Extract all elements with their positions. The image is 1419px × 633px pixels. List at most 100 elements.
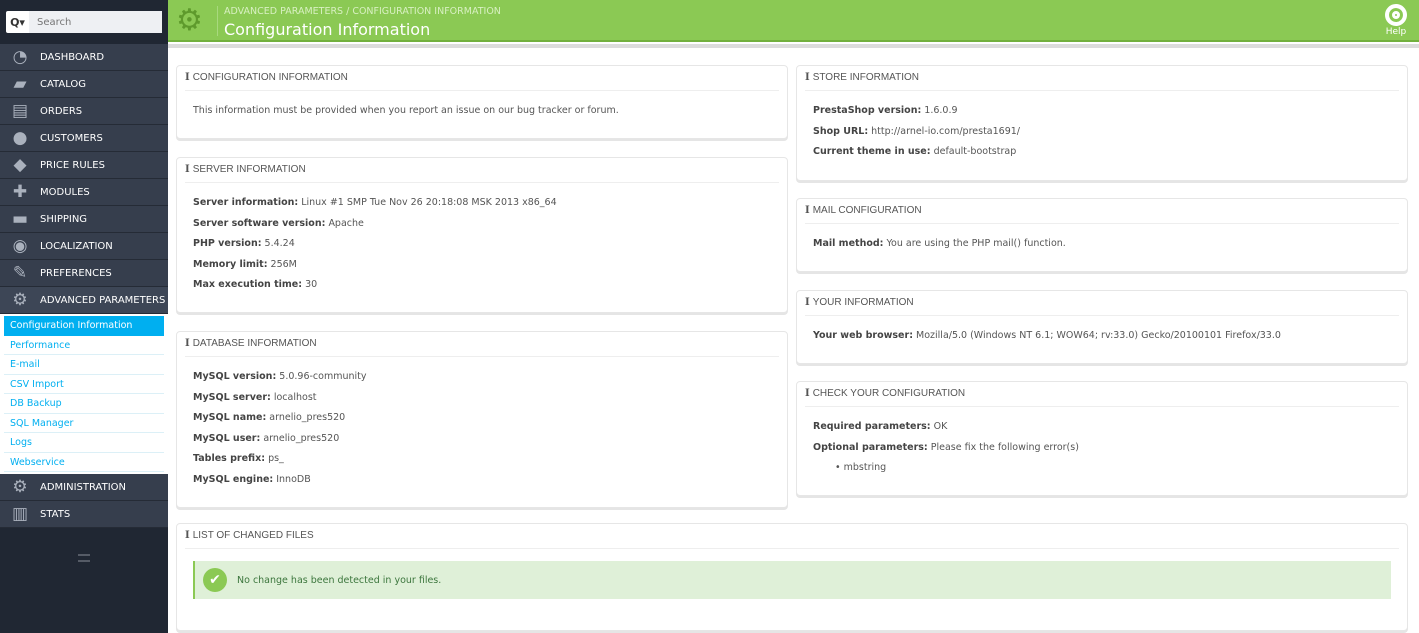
success-alert: ✔ No change has been detected in your fil… <box>193 561 1391 599</box>
menu-item-administration[interactable]: ⚙ ADMINISTRATION <box>0 474 168 501</box>
menu-item-shipping[interactable]: ▬ SHIPPING <box>0 206 168 233</box>
cogs-icon: ⚙ <box>12 290 28 310</box>
submenu-item-sql-manager[interactable]: SQL Manager <box>4 414 164 433</box>
info-value: ps_ <box>268 453 284 464</box>
info-label: Optional parameters: <box>813 441 928 453</box>
panel-mail: i MAIL CONFIGURATION Mail method: You are … <box>796 198 1408 272</box>
panel-body: Server information: Linux #1 SMP Tue Nov… <box>185 183 779 306</box>
submenu-item-db-backup[interactable]: DB Backup <box>4 394 164 414</box>
tags-icon: ◆ <box>13 155 27 175</box>
submenu-item-configuration-information[interactable]: Configuration Information <box>4 316 164 336</box>
cogs-icon: ⚙ <box>176 3 203 38</box>
panel-heading: i DATABASE INFORMATION <box>185 332 779 357</box>
info-label: Server software version: <box>193 217 326 229</box>
menu-item-modules[interactable]: ✚ MODULES <box>0 179 168 206</box>
info-value: http://arnel-io.com/presta1691/ <box>871 125 1020 137</box>
help-label: Help <box>1385 27 1407 37</box>
info-value: InnoDB <box>276 473 311 485</box>
submenu-item-webservice[interactable]: Webservice <box>4 453 164 472</box>
search-type-dropdown[interactable]: Q▾ <box>6 11 29 33</box>
bar-chart-icon: ▥ <box>11 504 29 524</box>
panel-body: PrestaShop version: 1.6.0.9 Shop URL: htt… <box>805 91 1399 173</box>
info-row: Mail method: You are using the PHP mail(… <box>813 234 1391 255</box>
info-icon: i <box>805 72 810 83</box>
panel-title: CHECK YOUR CONFIGURATION <box>812 388 966 399</box>
info-row: Server information: Linux #1 SMP Tue Nov… <box>193 193 771 214</box>
panel-heading: i CHECK YOUR CONFIGURATION <box>805 382 1399 407</box>
info-label: Required parameters: <box>813 421 931 432</box>
info-row: PrestaShop version: 1.6.0.9 <box>813 101 1391 122</box>
info-label: MySQL server: <box>193 391 271 403</box>
menu-item-catalog[interactable]: ▰ CATALOG <box>0 71 168 98</box>
menu-item-advanced-parameters[interactable]: ⚙ ADVANCED PARAMETERS <box>0 287 168 314</box>
info-row: MySQL engine: InnoDB <box>193 470 771 491</box>
info-label: PrestaShop version: <box>813 105 922 116</box>
info-icon: i <box>185 530 190 541</box>
menu-item-label: ORDERS <box>40 105 83 117</box>
header-divider <box>168 44 1419 48</box>
menu-item-label: SHIPPING <box>40 213 88 225</box>
help-button[interactable]: Help <box>1385 4 1407 37</box>
info-row: MySQL name: arnelio_pres520 <box>193 408 771 429</box>
menu-item-label: STATS <box>40 508 71 520</box>
menu-item-label: CUSTOMERS <box>40 132 103 144</box>
collapse-menu-icon[interactable] <box>78 554 90 562</box>
breadcrumb: ADVANCED PARAMETERS / CONFIGURATION INFO… <box>224 6 501 17</box>
panel-heading: i STORE INFORMATION <box>805 66 1399 91</box>
info-value: arnelio_pres520 <box>269 412 346 423</box>
info-value: 30 <box>305 279 318 290</box>
panel-heading: i SERVER INFORMATION <box>185 158 779 183</box>
check-circle-icon: ✔ <box>203 568 227 592</box>
panel-server: i SERVER INFORMATION Server information: L… <box>176 157 788 313</box>
info-icon: i <box>185 72 190 83</box>
menu-item-dashboard[interactable]: ◔ DASHBOARD <box>0 44 168 71</box>
alert-text: No change has been detected in your file… <box>237 574 442 586</box>
info-value: Please fix the following error(s) <box>930 441 1079 453</box>
info-icon: i <box>805 388 810 399</box>
error-text: mbstring <box>843 462 887 473</box>
menu-item-label: CATALOG <box>40 78 87 90</box>
menu-item-stats[interactable]: ▥ STATS <box>0 501 168 528</box>
panel-configuration: i CONFIGURATION INFORMATION This informati… <box>176 65 788 139</box>
info-label: Mail method: <box>813 238 884 249</box>
users-icon: ● <box>12 128 28 148</box>
info-row: Current theme in use: default-bootstrap <box>813 142 1391 163</box>
info-row: Server software version: Apache <box>193 214 771 235</box>
credit-card-icon: ▤ <box>11 101 29 121</box>
menu-item-label: DASHBOARD <box>40 51 105 63</box>
info-label: MySQL engine: <box>193 473 274 485</box>
sidebar: Q▾ ◔ DASHBOARD ▰ CATALOG ▤ ORDERS ● CUSTOMERS ◆ P… <box>0 0 168 633</box>
panel-changed: i LIST OF CHANGED FILES ✔ No change has bee… <box>176 523 1408 631</box>
submenu-item-logs[interactable]: Logs <box>4 433 164 453</box>
menu-item-localization[interactable]: ◉ LOCALIZATION <box>0 233 168 260</box>
search-box: Q▾ <box>6 11 162 33</box>
globe-icon: ◉ <box>12 236 28 256</box>
panel-title: LIST OF CHANGED FILES <box>192 530 314 541</box>
panel-check: i CHECK YOUR CONFIGURATION Required parame… <box>796 381 1408 496</box>
wrench-icon: ✎ <box>12 263 28 283</box>
main-menu: ◔ DASHBOARD ▰ CATALOG ▤ ORDERS ● CUSTOMERS ◆ PRIC… <box>0 44 168 528</box>
panel-store: i STORE INFORMATION PrestaShop version: 1.… <box>796 65 1408 181</box>
info-label: Max execution time: <box>193 279 303 290</box>
submenu-item-csv-import[interactable]: CSV Import <box>4 375 164 394</box>
panel-heading: i YOUR INFORMATION <box>805 291 1399 316</box>
panel-body: Mail method: You are using the PHP mail(… <box>805 224 1399 265</box>
info-value: Linux #1 SMP Tue Nov 26 20:18:08 MSK 201… <box>301 197 557 208</box>
info-label: Current theme in use: <box>813 146 931 157</box>
panel-body: Required parameters: OK Optional paramete… <box>805 407 1399 489</box>
menu-item-preferences[interactable]: ✎ PREFERENCES <box>0 260 168 287</box>
menu-item-label: ADMINISTRATION <box>40 481 127 493</box>
info-row: Optional parameters: Please fix the foll… <box>813 438 1391 459</box>
search-input[interactable] <box>29 11 162 33</box>
panel-heading: i MAIL CONFIGURATION <box>805 199 1399 224</box>
puzzle-icon: ✚ <box>12 182 28 202</box>
panel-text: This information must be provided when y… <box>193 105 619 116</box>
menu-item-customers[interactable]: ● CUSTOMERS <box>0 125 168 152</box>
menu-item-orders[interactable]: ▤ ORDERS <box>0 98 168 125</box>
menu-item-price-rules[interactable]: ◆ PRICE RULES <box>0 152 168 179</box>
info-row: PHP version: 5.4.24 <box>193 234 771 255</box>
menu-item-label: MODULES <box>40 186 90 198</box>
submenu-item-e-mail[interactable]: E-mail <box>4 355 164 375</box>
submenu-item-performance[interactable]: Performance <box>4 336 164 355</box>
panel-your: i YOUR INFORMATION Your web browser: Mozil… <box>796 290 1408 364</box>
